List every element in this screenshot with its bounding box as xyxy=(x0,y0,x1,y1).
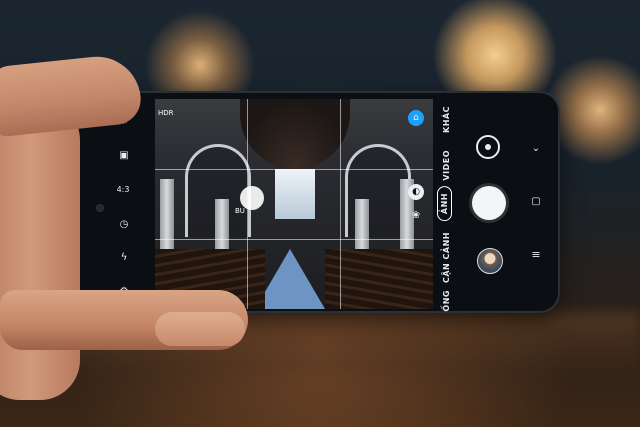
scene-label: BU xyxy=(235,207,245,215)
aspect-ratio-icon[interactable]: 4:3 xyxy=(112,182,134,198)
shutter-button[interactable] xyxy=(472,186,506,220)
hand-palm xyxy=(0,100,80,400)
mode-video[interactable]: VIDEO xyxy=(442,150,451,181)
church-aisle xyxy=(255,249,325,309)
menu-icon[interactable]: ≡ xyxy=(528,246,544,264)
square-button-icon[interactable]: ▢ xyxy=(528,193,544,211)
grid-line xyxy=(155,169,433,170)
gallery-thumbnail[interactable] xyxy=(477,248,503,274)
timer-off-icon[interactable]: ◷ xyxy=(116,217,132,233)
hdr-label: HDR xyxy=(158,109,174,117)
beauty-icon[interactable]: ❀ xyxy=(408,207,424,225)
church-pews xyxy=(325,249,433,309)
mode-portrait[interactable]: CẬN CẢNH xyxy=(442,232,451,283)
switch-camera-icon[interactable] xyxy=(476,135,500,159)
mode-other[interactable]: KHÁC xyxy=(442,106,451,133)
filter-icon[interactable]: ◐ xyxy=(408,184,424,200)
church-window xyxy=(275,169,315,219)
camera-viewfinder[interactable]: HDR BU xyxy=(155,99,433,309)
flash-off-icon[interactable]: ϟ xyxy=(116,250,132,266)
grid-line xyxy=(155,239,433,240)
church-column xyxy=(355,199,369,254)
chevron-down-icon[interactable]: ⌄ xyxy=(528,140,544,158)
front-camera-icon xyxy=(97,205,103,211)
church-column xyxy=(215,199,229,254)
grid-line xyxy=(340,99,341,309)
hand-fingertip xyxy=(155,312,245,346)
mode-pro[interactable]: ỐNG xyxy=(442,290,451,312)
church-vault xyxy=(240,99,350,169)
focus-point-icon[interactable] xyxy=(240,186,264,210)
scene-optimizer-icon[interactable]: ⌂ xyxy=(408,110,424,126)
mode-photo[interactable]: ẢNH xyxy=(437,186,452,222)
motion-photo-icon[interactable]: ▣ xyxy=(116,148,132,164)
